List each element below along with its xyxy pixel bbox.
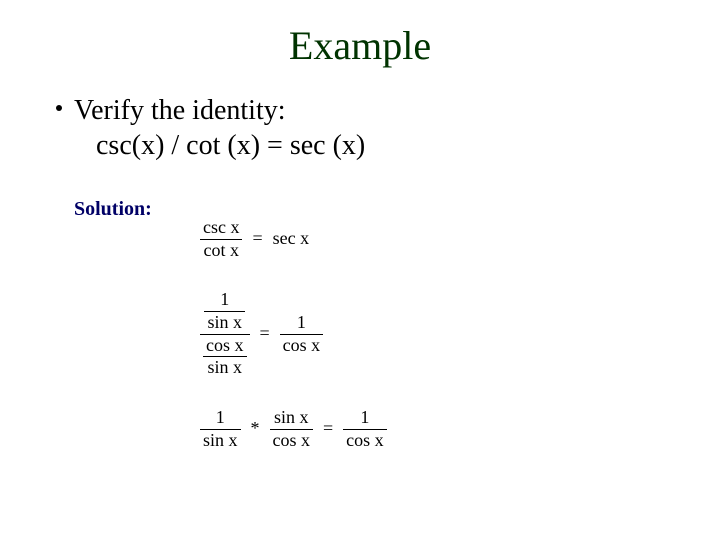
equation-1-lhs-fraction: csc x cot x [200, 218, 242, 261]
eq2-equals: = [256, 324, 274, 344]
eq3-f1-num: 1 [200, 408, 241, 430]
eq2-top-den: sin x [204, 312, 245, 333]
equation-2: 1 sin x cos x sin x = 1 cos x [200, 290, 323, 378]
equation-1: csc x cot x = sec x [200, 218, 309, 261]
eq2-rhs-num: 1 [280, 313, 324, 335]
eq3-star: * [247, 419, 264, 439]
eq3-f2-den: cos x [270, 430, 314, 451]
equation-2-rhs-fraction: 1 cos x [280, 313, 324, 356]
eq2-bot-den: sin x [203, 357, 247, 378]
bullet-text-line1: Verify the identity: [74, 95, 286, 126]
eq1-lhs-num: csc x [200, 218, 242, 240]
eq1-rhs: sec x [273, 229, 309, 249]
solution-label: Solution: [74, 198, 152, 221]
eq3-f2: sin x cos x [270, 408, 314, 451]
eq2-top-num: 1 [204, 290, 245, 312]
eq3-f1-den: sin x [200, 430, 241, 451]
eq3-rhs-num: 1 [343, 408, 387, 430]
eq2-lhs-top: 1 sin x [200, 290, 250, 335]
eq2-rhs-den: cos x [280, 335, 324, 356]
eq3-f2-num: sin x [270, 408, 314, 430]
eq3-rhs-den: cos x [343, 430, 387, 451]
eq3-f1: 1 sin x [200, 408, 241, 451]
eq2-bot-num: cos x [203, 336, 247, 358]
bullet-text-line2: csc(x) / cot (x) = sec (x) [96, 130, 365, 162]
eq1-lhs-den: cot x [200, 240, 242, 261]
slide-title: Example [0, 22, 720, 69]
eq2-lhs-bot: cos x sin x [200, 335, 250, 379]
bullet-dot-icon [56, 105, 62, 111]
slide: Example Verify the identity: csc(x) / co… [0, 0, 720, 540]
eq1-equals: = [248, 229, 266, 249]
bullet-item: Verify the identity: [74, 95, 286, 127]
eq3-equals: = [319, 419, 337, 439]
equation-3: 1 sin x * sin x cos x = 1 cos x [200, 408, 387, 451]
eq3-rhs: 1 cos x [343, 408, 387, 451]
equation-2-lhs-compound: 1 sin x cos x sin x [200, 290, 250, 378]
